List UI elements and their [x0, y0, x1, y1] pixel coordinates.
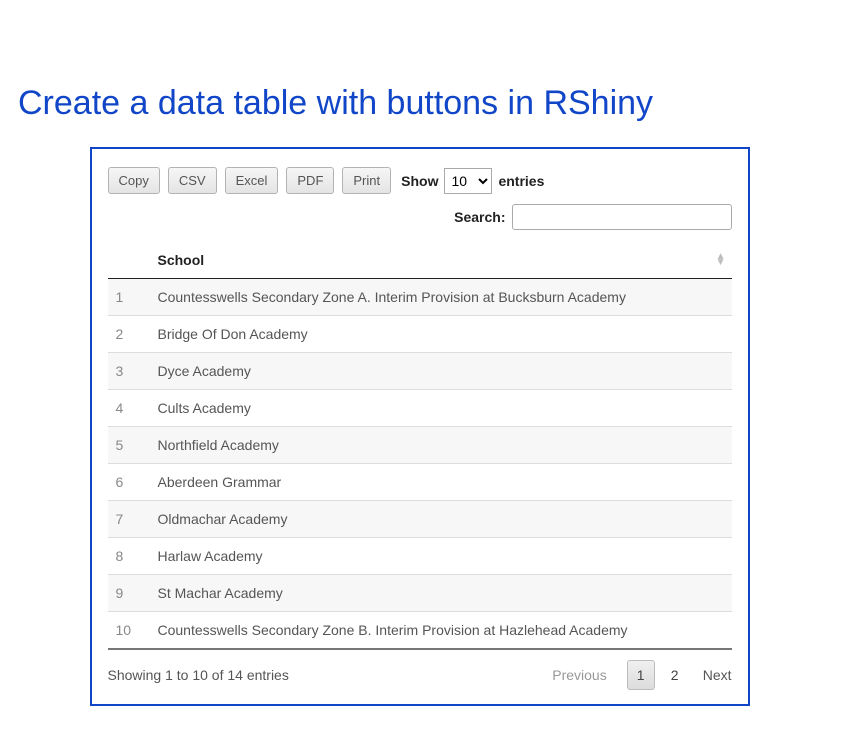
row-index: 5: [108, 427, 150, 464]
table-row: 10Countesswells Secondary Zone B. Interi…: [108, 612, 732, 650]
page-title: Create a data table with buttons in RShi…: [18, 84, 821, 123]
row-index: 2: [108, 316, 150, 353]
table-row: 7Oldmachar Academy: [108, 501, 732, 538]
sort-icon: ▲▼: [716, 254, 726, 266]
row-index: 10: [108, 612, 150, 650]
table-row: 4Cults Academy: [108, 390, 732, 427]
row-school: Cults Academy: [150, 390, 732, 427]
print-button[interactable]: Print: [342, 167, 391, 194]
pagination-previous[interactable]: Previous: [552, 667, 606, 683]
row-index: 7: [108, 501, 150, 538]
pagination-page-1[interactable]: 1: [627, 660, 655, 690]
row-index: 8: [108, 538, 150, 575]
col-header-index[interactable]: [108, 242, 150, 279]
search-control: Search:: [108, 204, 732, 230]
table-row: 5Northfield Academy: [108, 427, 732, 464]
row-school: Harlaw Academy: [150, 538, 732, 575]
row-school: Countesswells Secondary Zone B. Interim …: [150, 612, 732, 650]
length-control: Show 10 entries: [401, 168, 544, 194]
col-header-school[interactable]: School ▲▼: [150, 242, 732, 279]
search-label: Search:: [454, 209, 505, 225]
row-index: 3: [108, 353, 150, 390]
search-input[interactable]: [512, 204, 732, 230]
table-row: 6Aberdeen Grammar: [108, 464, 732, 501]
excel-button[interactable]: Excel: [225, 167, 279, 194]
copy-button[interactable]: Copy: [108, 167, 160, 194]
table-row: 2Bridge Of Don Academy: [108, 316, 732, 353]
row-school: Northfield Academy: [150, 427, 732, 464]
pagination-page-2[interactable]: 2: [661, 660, 689, 690]
datatable-toolbar: Copy CSV Excel PDF Print Show 10 entries: [108, 167, 732, 194]
datatable-frame: Copy CSV Excel PDF Print Show 10 entries…: [90, 147, 750, 706]
length-select[interactable]: 10: [444, 168, 492, 194]
pagination: Previous 12 Next: [552, 660, 731, 690]
row-school: Oldmachar Academy: [150, 501, 732, 538]
pdf-button[interactable]: PDF: [286, 167, 334, 194]
csv-button[interactable]: CSV: [168, 167, 217, 194]
row-school: Bridge Of Don Academy: [150, 316, 732, 353]
row-school: Dyce Academy: [150, 353, 732, 390]
row-index: 6: [108, 464, 150, 501]
table-row: 8Harlaw Academy: [108, 538, 732, 575]
pagination-next[interactable]: Next: [703, 667, 732, 683]
table-row: 3Dyce Academy: [108, 353, 732, 390]
datatable-footer: Showing 1 to 10 of 14 entries Previous 1…: [108, 660, 732, 690]
row-school: St Machar Academy: [150, 575, 732, 612]
length-prefix: Show: [401, 173, 438, 189]
row-school: Countesswells Secondary Zone A. Interim …: [150, 279, 732, 316]
data-table: School ▲▼ 1Countesswells Secondary Zone …: [108, 242, 732, 650]
table-info: Showing 1 to 10 of 14 entries: [108, 667, 553, 683]
row-index: 1: [108, 279, 150, 316]
row-index: 4: [108, 390, 150, 427]
table-row: 1Countesswells Secondary Zone A. Interim…: [108, 279, 732, 316]
row-school: Aberdeen Grammar: [150, 464, 732, 501]
table-row: 9St Machar Academy: [108, 575, 732, 612]
row-index: 9: [108, 575, 150, 612]
length-suffix: entries: [498, 173, 544, 189]
col-header-school-label: School: [158, 252, 205, 268]
